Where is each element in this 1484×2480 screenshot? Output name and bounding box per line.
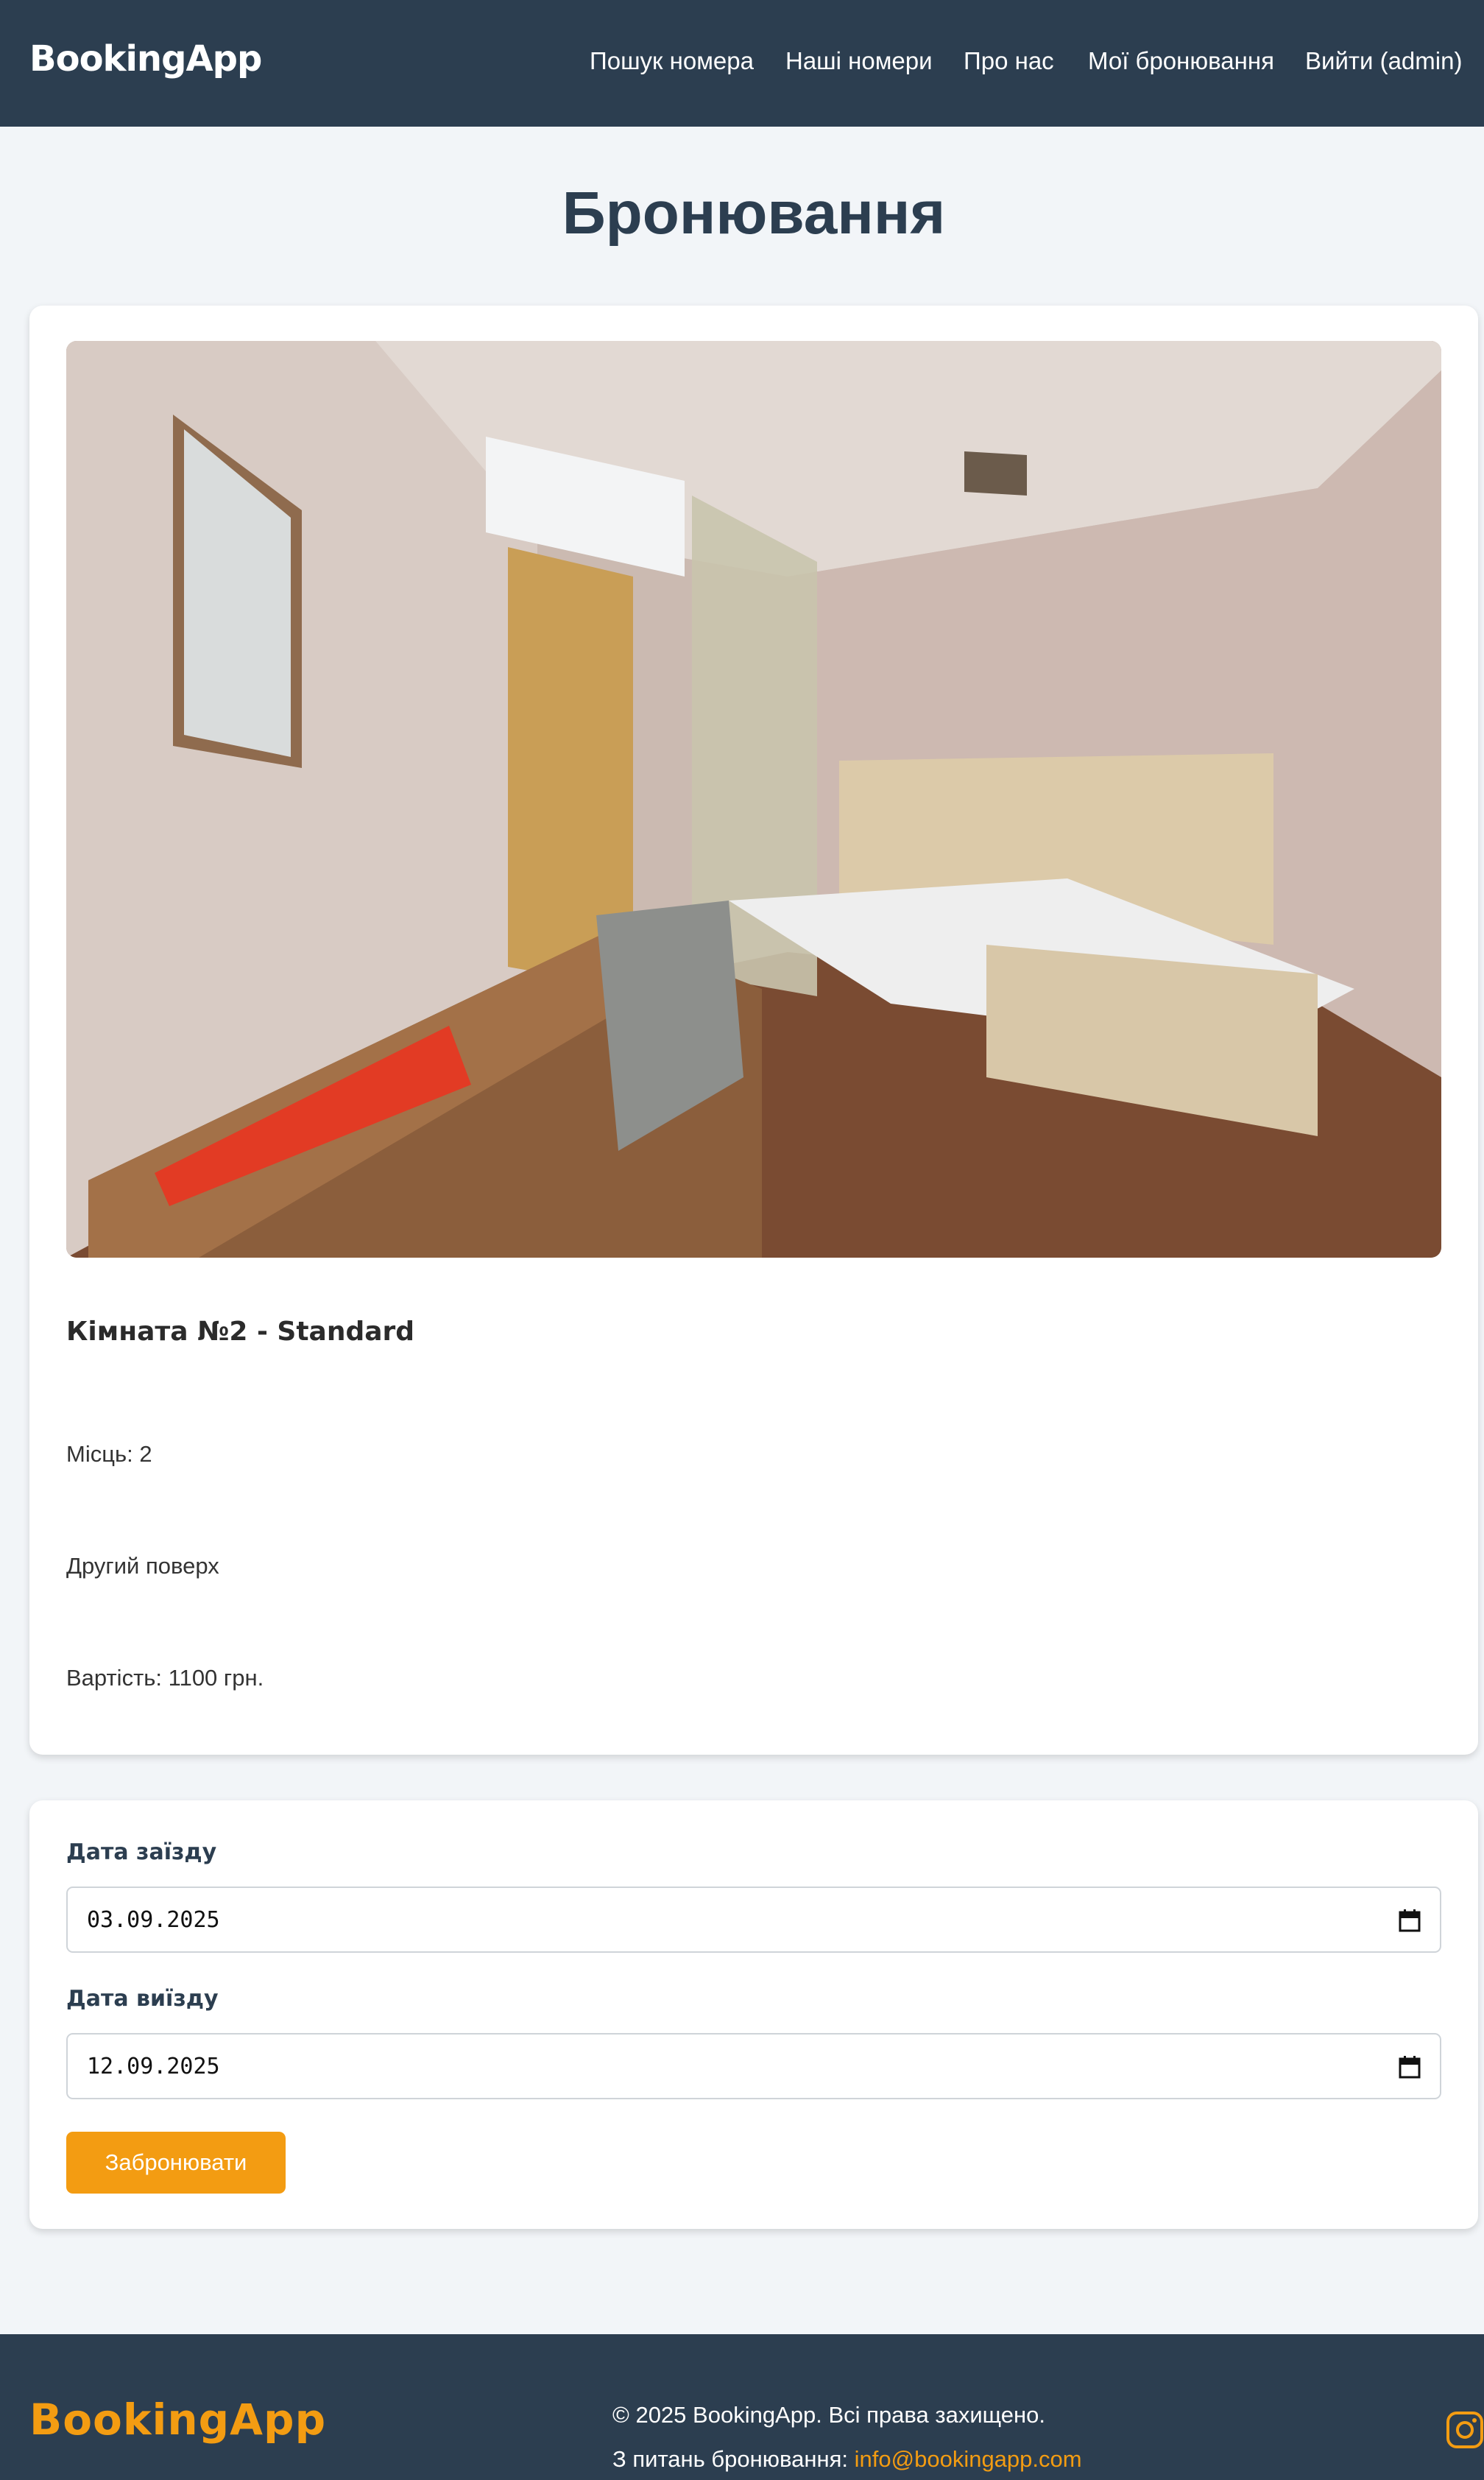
- nav-about[interactable]: Про нас: [964, 47, 1054, 80]
- nav-my-bookings[interactable]: Мої бронювання: [1088, 47, 1274, 80]
- checkin-date-input[interactable]: 03.09.2025: [66, 1887, 1441, 1953]
- booking-form: Дата заїзду 03.09.2025 Дата виїзду 12.09…: [29, 1800, 1478, 2229]
- room-description: Другий поверх: [66, 1553, 219, 1579]
- footer-contact: З питань бронювання: info@bookingapp.com: [612, 2446, 1082, 2473]
- book-button[interactable]: Забронювати: [66, 2132, 286, 2194]
- footer-email-link[interactable]: info@bookingapp.com: [855, 2446, 1082, 2472]
- checkout-date-value: 12.09.2025: [87, 2054, 220, 2079]
- checkout-label: Дата виїзду: [66, 1986, 219, 2012]
- room-places: Місць: 2: [66, 1441, 152, 1467]
- nav-search-room[interactable]: Пошук номера: [590, 47, 754, 80]
- brand-logo[interactable]: BookingApp: [29, 38, 262, 80]
- nav-logout[interactable]: Вийти (admin): [1305, 47, 1462, 80]
- calendar-icon[interactable]: [1399, 1909, 1421, 1932]
- checkout-date-input[interactable]: 12.09.2025: [66, 2033, 1441, 2099]
- calendar-icon[interactable]: [1399, 2055, 1421, 2079]
- footer-contact-prefix: З питань бронювання:: [612, 2446, 855, 2472]
- checkin-label: Дата заїзду: [66, 1839, 217, 1865]
- nav-our-rooms[interactable]: Наші номери: [785, 47, 933, 80]
- instagram-icon[interactable]: [1446, 2411, 1484, 2449]
- footer-copyright: © 2025 BookingApp. Всі права захищено.: [612, 2402, 1046, 2428]
- footer-brand: BookingApp: [29, 2395, 327, 2445]
- room-photo: [66, 341, 1441, 1258]
- room-price: Вартість: 1100 грн.: [66, 1665, 264, 1691]
- site-header: BookingApp Пошук номера Наші номери Про …: [0, 0, 1484, 127]
- room-card: Кімната №2 - Standard Місць: 2 Другий по…: [29, 306, 1478, 1755]
- room-title: Кімната №2 - Standard: [66, 1317, 415, 1347]
- checkin-date-value: 03.09.2025: [87, 1907, 220, 1933]
- site-footer: BookingApp © 2025 BookingApp. Всі права …: [0, 2334, 1484, 2480]
- page-title: Бронювання: [562, 180, 946, 247]
